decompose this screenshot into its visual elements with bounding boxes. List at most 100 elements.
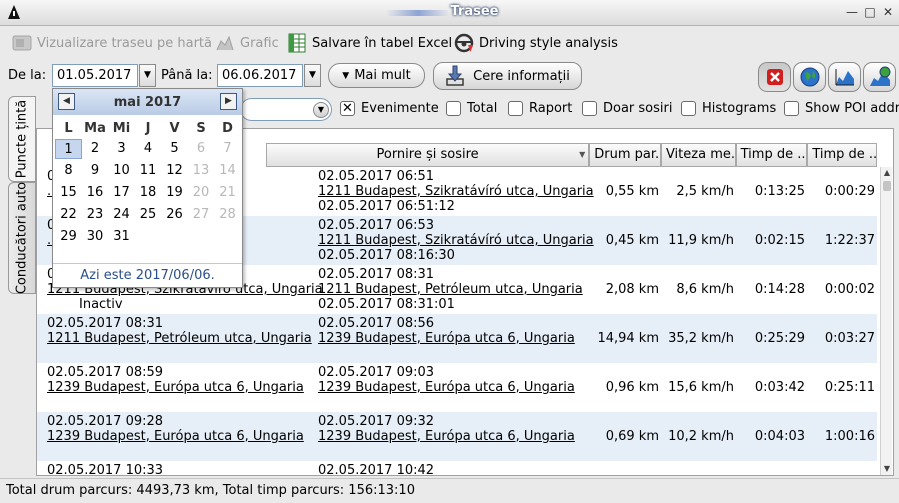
column-header-distance[interactable]: Drum par... [589,143,661,167]
title-bar: Trasee — □ ✕ [0,0,899,26]
row-start-address[interactable]: 1239 Budapest, Európa utca 6, Ungaria [47,429,304,444]
calendar-day[interactable]: 30 [82,227,109,247]
view-map-button[interactable]: Vizualizare traseu pe hartă [12,32,212,54]
from-date-field[interactable]: 01.05.2017 [52,64,138,87]
filter-combo[interactable]: ▼ [240,98,332,121]
calendar-day[interactable]: 7 [214,139,241,159]
events-checkbox[interactable]: ✕ Evenimente [340,101,439,116]
calendar-weekday: Ma [84,121,106,136]
row-end-address[interactable]: 1239 Budapest, Európa utca 6, Ungaria [318,380,575,395]
checkbox-icon [784,101,799,116]
total-checkbox[interactable]: Total [446,101,497,116]
chevron-down-icon: ▼ [313,102,329,118]
row-start-address[interactable]: 1239 Budapest, Európa utca 6, Ungaria [47,380,304,395]
driving-style-button[interactable]: Driving style analysis [454,32,618,54]
row-end-address[interactable]: 1239 Budapest, Európa utca 6, Ungaria [318,331,575,346]
histograms-checkbox[interactable]: Histograms [681,101,776,116]
column-header-time-1[interactable]: Timp de ... [735,143,808,167]
checkbox-icon [508,101,523,116]
row-speed: 35,2 km/h [668,331,734,346]
calendar-today-link[interactable]: Azi este 2017/06/06. [53,263,242,287]
calendar-day[interactable]: 11 [135,161,162,181]
calendar-day[interactable]: 16 [82,183,109,203]
maximize-icon[interactable]: □ [864,6,876,18]
close-red-icon [766,69,783,85]
row-end-time: 02.05.2017 09:32 [318,414,435,429]
calendar-day[interactable]: 23 [82,205,109,225]
column-header-departure[interactable]: Pornire și sosire ▼ [265,143,590,167]
column-header-time-2[interactable]: Timp de ... [807,143,877,167]
calendar-day[interactable]: 15 [55,183,82,203]
calendar-day[interactable]: 12 [161,161,188,181]
save-excel-button[interactable]: Salvare în tabel Excel [287,32,452,54]
next-month-button[interactable]: ▶ [220,93,237,110]
minimize-icon[interactable]: — [846,6,858,18]
report-checkbox[interactable]: Raport [508,101,572,116]
calendar-day[interactable]: 13 [188,161,215,181]
table-row[interactable]: 02.05.2017 08:31 1211 Budapest, Petróleum… [37,314,877,363]
to-date-field[interactable]: 06.06.2017 [217,64,303,87]
calendar-day[interactable]: 9 [82,161,109,181]
events-label: Evenimente [361,101,439,116]
table-row[interactable]: 02.05.2017 10:331239 Budapest, Európa ut… [37,461,877,475]
chart-view-button[interactable] [828,62,861,92]
scroll-down-icon[interactable]: ▼ [881,463,893,475]
table-row[interactable]: 02.05.2017 09:28 1239 Budapest, Európa ut… [37,412,877,461]
calendar-day[interactable]: 5 [161,139,188,159]
calendar-month-title: mai 2017 [113,95,182,110]
calendar-day[interactable]: 28 [214,205,241,225]
row-end-address[interactable]: 1239 Budapest, Európa utca 6, Ungaria [318,429,575,444]
calendar-day[interactable]: 31 [108,227,135,247]
scroll-up-icon[interactable]: ▲ [881,167,893,179]
more-label: Mai mult [354,68,411,83]
from-date-dropdown-button[interactable]: ▼ [139,64,156,87]
calendar-day[interactable]: 6 [188,139,215,159]
to-date-dropdown-button[interactable]: ▼ [304,64,321,87]
calendar-day[interactable]: 1 [55,139,82,159]
calendar-day[interactable]: 2 [82,139,109,159]
vertical-scrollbar[interactable]: ▲ ▼ [880,167,892,475]
calendar-day[interactable]: 14 [214,161,241,181]
area-chart-icon [835,69,854,86]
calendar-day[interactable]: 4 [135,139,162,159]
calendar-day[interactable]: 3 [108,139,135,159]
row-end-time: 02.05.2017 08:31 [318,267,435,282]
calendar-day[interactable]: 18 [135,183,162,203]
row-start-address[interactable]: 1211 Budapest, Petróleum utca, Ungaria [47,331,312,346]
map-chart-view-button[interactable] [863,62,896,92]
calendar-day[interactable]: 10 [108,161,135,181]
only-arrivals-checkbox[interactable]: Doar sosiri [582,101,672,116]
chart-button[interactable]: Grafic [215,32,279,54]
row-end-cell: 02.05.2017 08:56 1239 Budapest, Európa ut… [318,316,575,346]
calendar-day[interactable]: 8 [55,161,82,181]
row-start-time: 02.05.2017 09:28 [47,414,164,429]
row-end-address[interactable]: 1211 Budapest, Petróleum utca, Ungaria [318,282,583,297]
table-row[interactable]: 02.05.2017 08:59 1239 Budapest, Európa ut… [37,363,877,412]
globe-view-button[interactable] [793,62,826,92]
calendar-day[interactable]: 25 [135,205,162,225]
calendar-day[interactable]: 24 [108,205,135,225]
row-end-address[interactable]: 1211 Budapest, Szikratávíró utca, Ungari… [318,233,594,248]
request-info-button[interactable]: Cere informații [433,62,582,90]
calendar-day[interactable]: 20 [188,183,215,203]
row-start-status: Inactiv [79,297,123,312]
column-header-speed[interactable]: Viteza me... [660,143,736,167]
close-icon[interactable]: ✕ [882,6,894,18]
tab-drivers[interactable]: Conducători auto [8,182,36,294]
calendar-day[interactable]: 17 [108,183,135,203]
show-poi-checkbox[interactable]: Show POI addr [784,101,899,116]
calendar-day[interactable]: 22 [55,205,82,225]
row-distance: 0,45 km [605,233,659,248]
scroll-thumb[interactable] [883,181,891,191]
calendar-day[interactable]: 27 [188,205,215,225]
calendar-day[interactable]: 19 [161,183,188,203]
table-view-button[interactable] [758,62,791,92]
column-header-departure-label: Pornire și sosire [376,147,479,162]
row-time-1: 0:13:25 [754,184,805,199]
row-end-address[interactable]: 1211 Budapest, Szikratávíró utca, Ungari… [318,184,594,199]
calendar-day[interactable]: 29 [55,227,82,247]
calendar-day[interactable]: 21 [214,183,241,203]
calendar-day[interactable]: 26 [161,205,188,225]
more-button[interactable]: ▼ Mai mult [328,63,425,88]
histograms-label: Histograms [702,101,777,116]
